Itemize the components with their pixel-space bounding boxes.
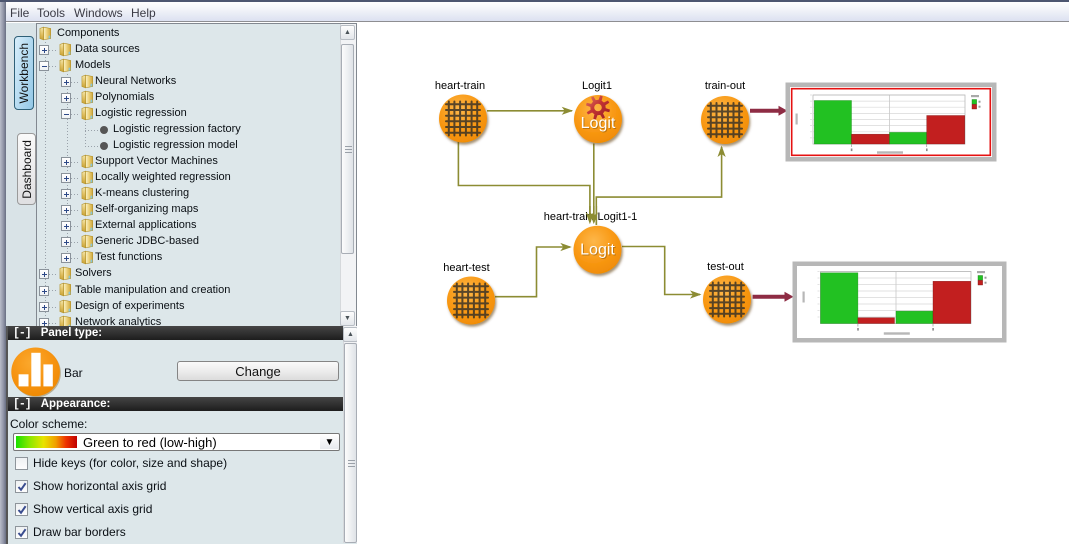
svg-text:Logit1: Logit1 (582, 80, 612, 92)
svg-text:train-out: train-out (705, 80, 745, 92)
svg-text:Logit: Logit (580, 242, 615, 259)
svg-text:heart-train: heart-train (435, 80, 485, 92)
svg-text:test-out: test-out (707, 261, 744, 273)
svg-text:Logit: Logit (581, 115, 616, 132)
svg-text:heart-test: heart-test (443, 262, 489, 274)
